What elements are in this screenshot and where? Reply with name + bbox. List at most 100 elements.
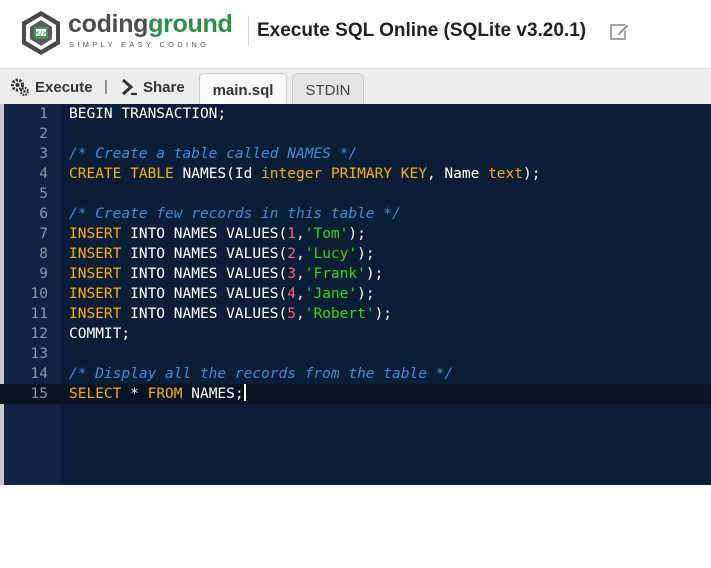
header-divider: [248, 16, 249, 46]
code-token: INTO NAMES VALUES(: [121, 266, 288, 282]
code-token: ,: [296, 306, 305, 322]
line-number: 8: [39, 246, 48, 262]
code-text: CREATE TABLE NAMES(Id integer PRIMARY KE…: [69, 164, 540, 184]
code-token: NAMES(Id: [182, 166, 262, 182]
code-text: INSERT INTO NAMES VALUES(1,'Tom');: [69, 224, 366, 244]
code-token: INTO NAMES VALUES(: [121, 226, 288, 242]
code-token: INSERT: [69, 306, 122, 322]
code-text: COMMIT;: [69, 324, 130, 344]
code-text: /* Create few records in this table */: [69, 204, 401, 224]
code-token: FROM: [147, 386, 183, 402]
code-line[interactable]: 9 INSERT INTO NAMES VALUES(3,'Frank');: [0, 264, 711, 284]
code-token: integer: [261, 166, 323, 182]
code-line[interactable]: 7 INSERT INTO NAMES VALUES(1,'Tom');: [0, 224, 711, 244]
code-token: 'Frank': [304, 266, 366, 282]
code-text: SELECT * FROM NAMES;: [69, 384, 246, 404]
page-title: Execute SQL Online (SQLite v3.20.1): [257, 20, 587, 41]
execute-label: Execute: [35, 78, 93, 96]
code-token: );: [348, 226, 366, 242]
code-token: 'Robert': [304, 306, 375, 322]
zhihu-logo-icon: [563, 541, 590, 568]
code-token: 5: [287, 306, 296, 322]
code-token: );: [365, 266, 384, 282]
code-token: INTO NAMES VALUES(: [121, 286, 288, 302]
code-line[interactable]: 13: [0, 344, 711, 364]
code-token: );: [374, 306, 393, 322]
code-token: ,: [296, 266, 305, 282]
tab-main-sql[interactable]: main.sql: [199, 73, 287, 106]
code-token: INSERT: [69, 286, 122, 302]
code-line[interactable]: 11 INSERT INTO NAMES VALUES(5,'Robert');: [0, 304, 711, 324]
code-text: BEGIN TRANSACTION;: [69, 104, 226, 124]
code-text: INSERT INTO NAMES VALUES(4,'Jane');: [69, 284, 375, 304]
code-token: );: [522, 166, 541, 182]
zhihu-watermark: 知乎 @拯救梦想: [516, 541, 691, 568]
code-line[interactable]: 14 /* Display all the records from the ta…: [0, 364, 711, 384]
code-token: 'Jane': [304, 286, 358, 302]
code-text: INSERT INTO NAMES VALUES(3,'Frank');: [69, 264, 383, 284]
code-token: /* Create a table called NAMES */: [69, 146, 358, 162]
code-token: COMMIT;: [69, 326, 131, 342]
line-number: 5: [39, 186, 48, 202]
code-token: ,: [296, 286, 305, 302]
line-number: 6: [39, 206, 48, 222]
text-cursor: [243, 384, 246, 401]
line-number: 15: [30, 386, 48, 402]
edit-icon[interactable]: [609, 20, 631, 42]
line-number: 9: [39, 266, 48, 282]
code-line[interactable]: 1 BEGIN TRANSACTION;: [0, 104, 711, 124]
code-token: ,: [296, 246, 305, 262]
line-number: 13: [30, 346, 48, 362]
toolbar-separator: |: [104, 78, 108, 95]
svg-text:</>: </>: [35, 30, 47, 37]
code-token: INSERT: [69, 226, 122, 242]
line-number: 11: [30, 306, 48, 322]
code-token: 1: [287, 226, 296, 242]
code-token: SELECT: [69, 386, 122, 402]
code-line[interactable]: 8 INSERT INTO NAMES VALUES(2,'Lucy');: [0, 244, 711, 264]
line-number: 10: [30, 286, 48, 302]
code-line[interactable]: 4 CREATE TABLE NAMES(Id integer PRIMARY K…: [0, 164, 711, 184]
code-line[interactable]: 15 SELECT * FROM NAMES;: [0, 384, 711, 404]
code-editor[interactable]: 1 BEGIN TRANSACTION; 2 3 /* Create a table c…: [0, 104, 711, 568]
gears-icon: [11, 78, 30, 97]
code-token: , Name: [426, 166, 489, 182]
chevron-right-icon: [122, 78, 137, 96]
code-line[interactable]: 5: [0, 184, 711, 204]
code-token: /* Display all the records from the tabl…: [69, 366, 454, 382]
code-token: );: [357, 246, 375, 262]
code-token: );: [357, 286, 375, 302]
code-token: 3: [287, 266, 296, 282]
code-token: BEGIN TRANSACTION;: [69, 106, 227, 122]
code-token: INTO NAMES VALUES(: [121, 246, 288, 262]
code-token: NAMES;: [182, 386, 244, 402]
code-token: ,: [296, 226, 305, 242]
code-text: /* Create a table called NAMES */: [69, 144, 357, 164]
share-label: Share: [143, 78, 185, 96]
code-token: INSERT: [69, 266, 122, 282]
code-token: /* Create few records in this table */: [69, 206, 401, 222]
code-text: INSERT INTO NAMES VALUES(5,'Robert');: [69, 304, 392, 324]
code-line[interactable]: 2: [0, 124, 711, 144]
code-line[interactable]: 12 COMMIT;: [0, 324, 711, 344]
line-number: 2: [39, 126, 48, 142]
line-number: 4: [39, 166, 48, 182]
code-line[interactable]: 10 INSERT INTO NAMES VALUES(4,'Jane');: [0, 284, 711, 304]
tab-stdin[interactable]: STDIN: [292, 73, 364, 106]
code-token: 'Lucy': [304, 246, 358, 262]
line-number: 14: [30, 366, 48, 382]
code-text: INSERT INTO NAMES VALUES(2,'Lucy');: [69, 244, 375, 264]
line-number: 3: [39, 146, 48, 162]
line-number: 12: [30, 326, 48, 342]
code-line[interactable]: 6 /* Create few records in this table */: [0, 204, 711, 224]
code-token: INTO NAMES VALUES(: [121, 306, 288, 322]
share-button[interactable]: Share: [120, 75, 185, 99]
site-header: </> codingground SIMPLY EASY CODING Exec…: [0, 0, 711, 68]
brand-name[interactable]: codingground: [68, 10, 233, 39]
execute-button[interactable]: Execute: [10, 75, 93, 99]
code-token: CREATE TABLE: [69, 166, 183, 182]
codingground-logo-icon[interactable]: </>: [20, 9, 62, 57]
line-number: 1: [39, 106, 48, 122]
code-token: INSERT: [69, 246, 122, 262]
code-line[interactable]: 3 /* Create a table called NAMES */: [0, 144, 711, 164]
